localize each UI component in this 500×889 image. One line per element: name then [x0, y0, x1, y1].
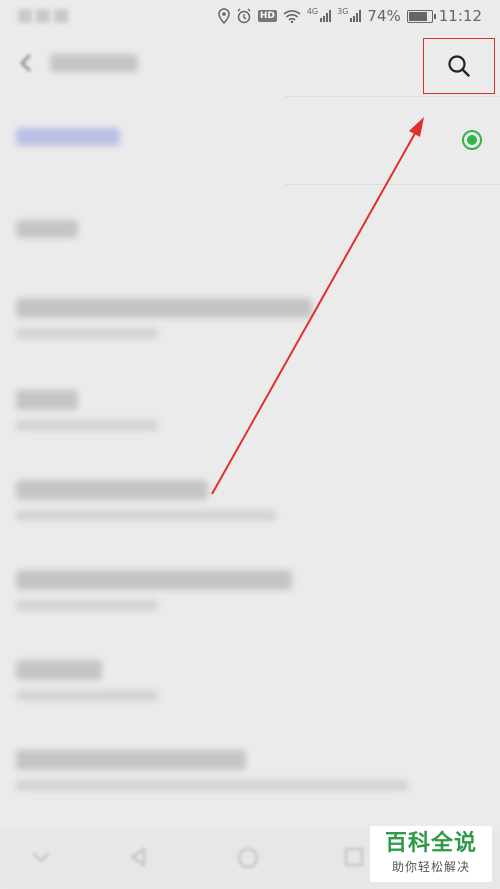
nav-back-icon[interactable]: [128, 846, 148, 868]
network-type-2: 3G: [337, 6, 349, 16]
list-item[interactable]: [0, 458, 500, 543]
nav-down-icon[interactable]: [30, 850, 52, 864]
hd-badge: HD: [257, 10, 277, 22]
battery-icon: [406, 9, 436, 23]
divider: [285, 184, 500, 185]
signal-bars-2-icon: [350, 10, 362, 22]
search-icon: [448, 55, 470, 77]
list-item[interactable]: [0, 276, 500, 361]
network-type-1: 4G: [306, 6, 319, 16]
wifi-icon: [283, 10, 301, 23]
radio-selected-icon[interactable]: [462, 130, 482, 150]
battery-percent: 74%: [367, 7, 401, 25]
list-item[interactable]: [0, 366, 500, 451]
location-icon: [218, 8, 230, 24]
nav-home-icon[interactable]: [236, 846, 260, 870]
list-item-selected[interactable]: [0, 96, 500, 184]
list-item[interactable]: [0, 641, 500, 726]
clock: 11:12: [438, 7, 482, 25]
status-icons: HD 4G 3G 74% 11:12: [218, 7, 482, 25]
list-item[interactable]: [0, 192, 500, 272]
search-button[interactable]: [423, 38, 495, 94]
sim-indicator: [18, 8, 78, 26]
watermark-main: 百科全说: [384, 831, 477, 856]
alarm-icon: [237, 8, 251, 24]
chevron-left-icon[interactable]: [16, 52, 38, 74]
signal-bars-1-icon: [320, 10, 332, 22]
list-item[interactable]: [0, 732, 500, 817]
app-header: [0, 34, 500, 96]
list-item[interactable]: [0, 548, 500, 633]
status-bar: HD 4G 3G 74% 11:12: [0, 0, 500, 34]
watermark-sub: 助你轻松解决: [391, 860, 470, 874]
nav-recent-icon[interactable]: [344, 847, 364, 867]
watermark-logo: 百科全说 助你轻松解决: [370, 826, 492, 882]
